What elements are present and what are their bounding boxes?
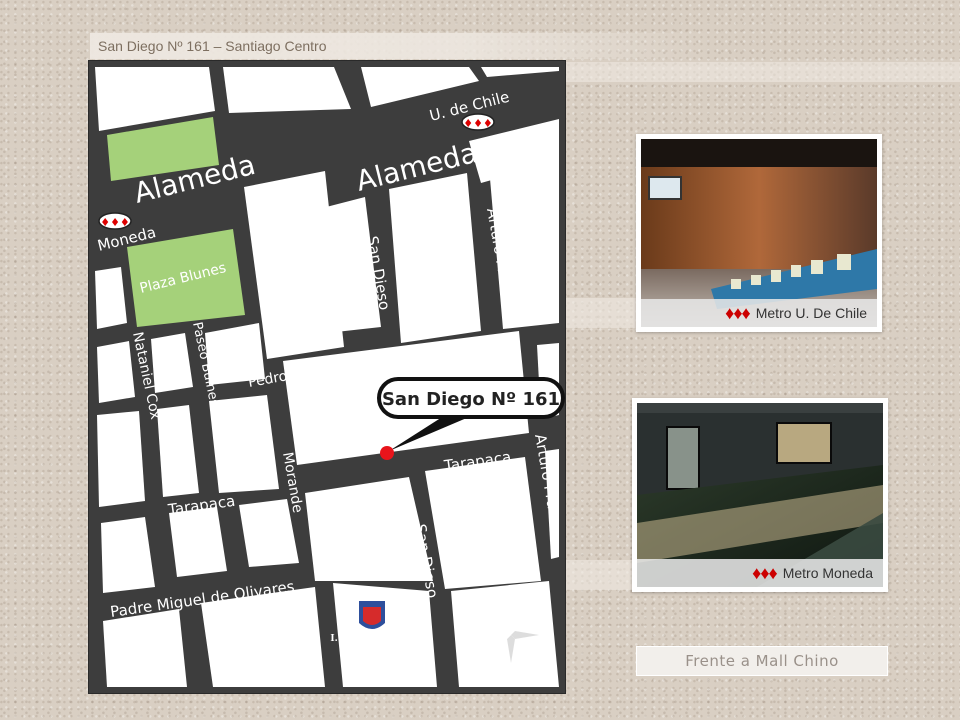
address-callout-text: San Diego Nº 161 — [382, 389, 560, 410]
map-canvas: Alameda Alameda Moneda U. de Chile Plaza… — [89, 61, 565, 693]
decorative-band — [566, 560, 636, 590]
compass-north-label: N — [508, 596, 514, 605]
photo-caption-text: Metro U. De Chile — [755, 305, 867, 321]
compass-west-label: O — [474, 631, 480, 640]
street-map: Alameda Alameda Moneda U. de Chile Plaza… — [88, 60, 566, 694]
photo-metro-moneda: ♦♦♦ Metro Moneda — [632, 398, 888, 592]
photo-caption: ♦♦♦ Metro U. De Chile — [641, 299, 877, 327]
municipality-name-line1: I. Municipalidad — [330, 634, 414, 644]
page-title: San Diego Nº 161 – Santiago Centro — [98, 38, 327, 54]
location-note: Frente a Mall Chino — [636, 646, 888, 676]
location-marker — [380, 446, 394, 460]
city-block — [223, 67, 351, 113]
page-title-bar: San Diego Nº 161 – Santiago Centro — [90, 33, 710, 59]
compass-south-label: S — [508, 668, 513, 677]
city-block — [103, 609, 187, 687]
svg-text:♦♦♦: ♦♦♦ — [100, 216, 130, 229]
city-block — [209, 395, 279, 493]
decorative-band — [566, 62, 960, 82]
metro-icon-u-de-chile: ♦♦♦ — [461, 113, 495, 131]
compass-east-label: E — [542, 631, 547, 640]
metro-icon: ♦♦♦ — [752, 563, 778, 583]
photo-caption-text: Metro Moneda — [782, 565, 873, 581]
location-note-text: Frente a Mall Chino — [685, 652, 839, 670]
metro-icon: ♦♦♦ — [725, 303, 751, 323]
svg-text:♦♦♦: ♦♦♦ — [463, 117, 493, 130]
metro-icon-moneda: ♦♦♦ — [98, 212, 132, 230]
city-block — [389, 173, 481, 343]
city-block — [425, 457, 541, 589]
city-block — [97, 411, 145, 507]
photo-metro-u-de-chile: ♦♦♦ Metro U. De Chile — [636, 134, 882, 332]
city-block — [97, 341, 135, 403]
decorative-band — [566, 298, 636, 328]
photo-caption: ♦♦♦ Metro Moneda — [637, 559, 883, 587]
municipality-name-line2: de Santiago — [342, 646, 402, 656]
